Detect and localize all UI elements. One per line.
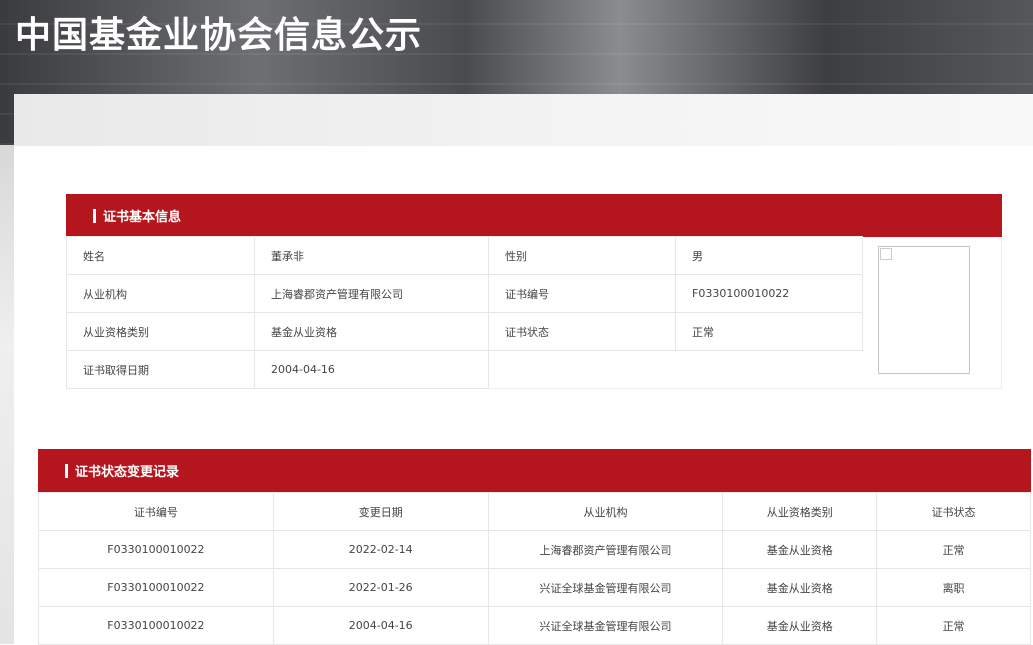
cell: 正常: [876, 530, 1031, 569]
table-row: F0330100010022 2022-01-26 兴证全球基金管理有限公司 基金从业…: [38, 568, 1031, 607]
table-row: 证书取得日期 2004-04-16: [66, 350, 863, 389]
side-strip: [0, 145, 14, 644]
cell: 兴证全球基金管理有限公司: [487, 606, 724, 645]
section-header: 证书基本信息: [66, 194, 1002, 237]
column-header: 证书状态: [876, 492, 1031, 531]
section-title: 证书状态变更记录: [75, 465, 180, 480]
cell: 2022-01-26: [272, 568, 489, 607]
cell: 离职: [876, 568, 1031, 607]
label-org: 从业机构: [66, 274, 255, 313]
value-date: 2004-04-16: [254, 350, 489, 389]
table-row: 从业资格类别 基金从业资格 证书状态 正常: [66, 312, 863, 351]
table-row: 从业机构 上海睿郡资产管理有限公司 证书编号 F0330100010022: [66, 274, 863, 313]
column-header: 变更日期: [272, 492, 489, 531]
history-table: 证书编号 变更日期 从业机构 从业资格类别 证书状态 F0330100010022 202…: [38, 492, 1031, 645]
label-date: 证书取得日期: [66, 350, 255, 389]
cell: F0330100010022: [38, 530, 274, 569]
cell: 基金从业资格: [722, 568, 878, 607]
value-org: 上海睿郡资产管理有限公司: [254, 274, 489, 313]
table-row: F0330100010022 2022-02-14 上海睿郡资产管理有限公司 基金从业…: [38, 530, 1031, 569]
section-header: 证书状态变更记录: [38, 449, 1031, 492]
label-name: 姓名: [66, 236, 255, 275]
history-section: 证书状态变更记录 证书编号 变更日期 从业机构 从业资格类别 证书状态 F0330100…: [38, 449, 1031, 645]
cell: 2004-04-16: [272, 606, 489, 645]
cell: 2022-02-14: [272, 530, 489, 569]
cell: 兴证全球基金管理有限公司: [487, 568, 724, 607]
value-cert-no: F0330100010022: [675, 274, 863, 313]
table-row: F0330100010022 2004-04-16 兴证全球基金管理有限公司 基金从业…: [38, 606, 1031, 645]
label-status: 证书状态: [488, 312, 676, 351]
title-marker: [65, 463, 68, 478]
value-status: 正常: [675, 312, 863, 351]
content-panel-top: [14, 94, 1033, 146]
cell: 上海睿郡资产管理有限公司: [487, 530, 724, 569]
table-header-row: 证书编号 变更日期 从业机构 从业资格类别 证书状态: [38, 492, 1031, 531]
label-qual: 从业资格类别: [66, 312, 255, 351]
cell: 基金从业资格: [722, 606, 878, 645]
column-header: 从业资格类别: [722, 492, 878, 531]
column-header: 从业机构: [487, 492, 724, 531]
column-header: 证书编号: [38, 492, 274, 531]
section-title: 证书基本信息: [103, 210, 182, 225]
photo-placeholder: [878, 246, 970, 374]
basic-info-section: 证书基本信息 姓名 董承非 性别男 从业机构 上海睿郡资产管理有限公司 证书编号 F033…: [66, 194, 1002, 389]
cell: 基金从业资格: [722, 530, 878, 569]
value-name: 董承非: [254, 236, 489, 275]
broken-image-icon: [880, 248, 892, 260]
basic-info-table: 姓名 董承非 性别男 从业机构 上海睿郡资产管理有限公司 证书编号 F0330100010…: [66, 236, 863, 389]
cell: F0330100010022: [38, 568, 274, 607]
table-row: 姓名 董承非 性别男: [66, 236, 863, 275]
page-title: 中国基金业协会信息公示: [15, 15, 423, 56]
title-marker: [93, 208, 96, 223]
label-gender: 性别: [488, 236, 676, 275]
cell: 正常: [876, 606, 1031, 645]
label-cert-no: 证书编号: [488, 274, 676, 313]
cell: F0330100010022: [38, 606, 274, 645]
value-gender: 男: [675, 236, 863, 275]
value-qual: 基金从业资格: [254, 312, 489, 351]
